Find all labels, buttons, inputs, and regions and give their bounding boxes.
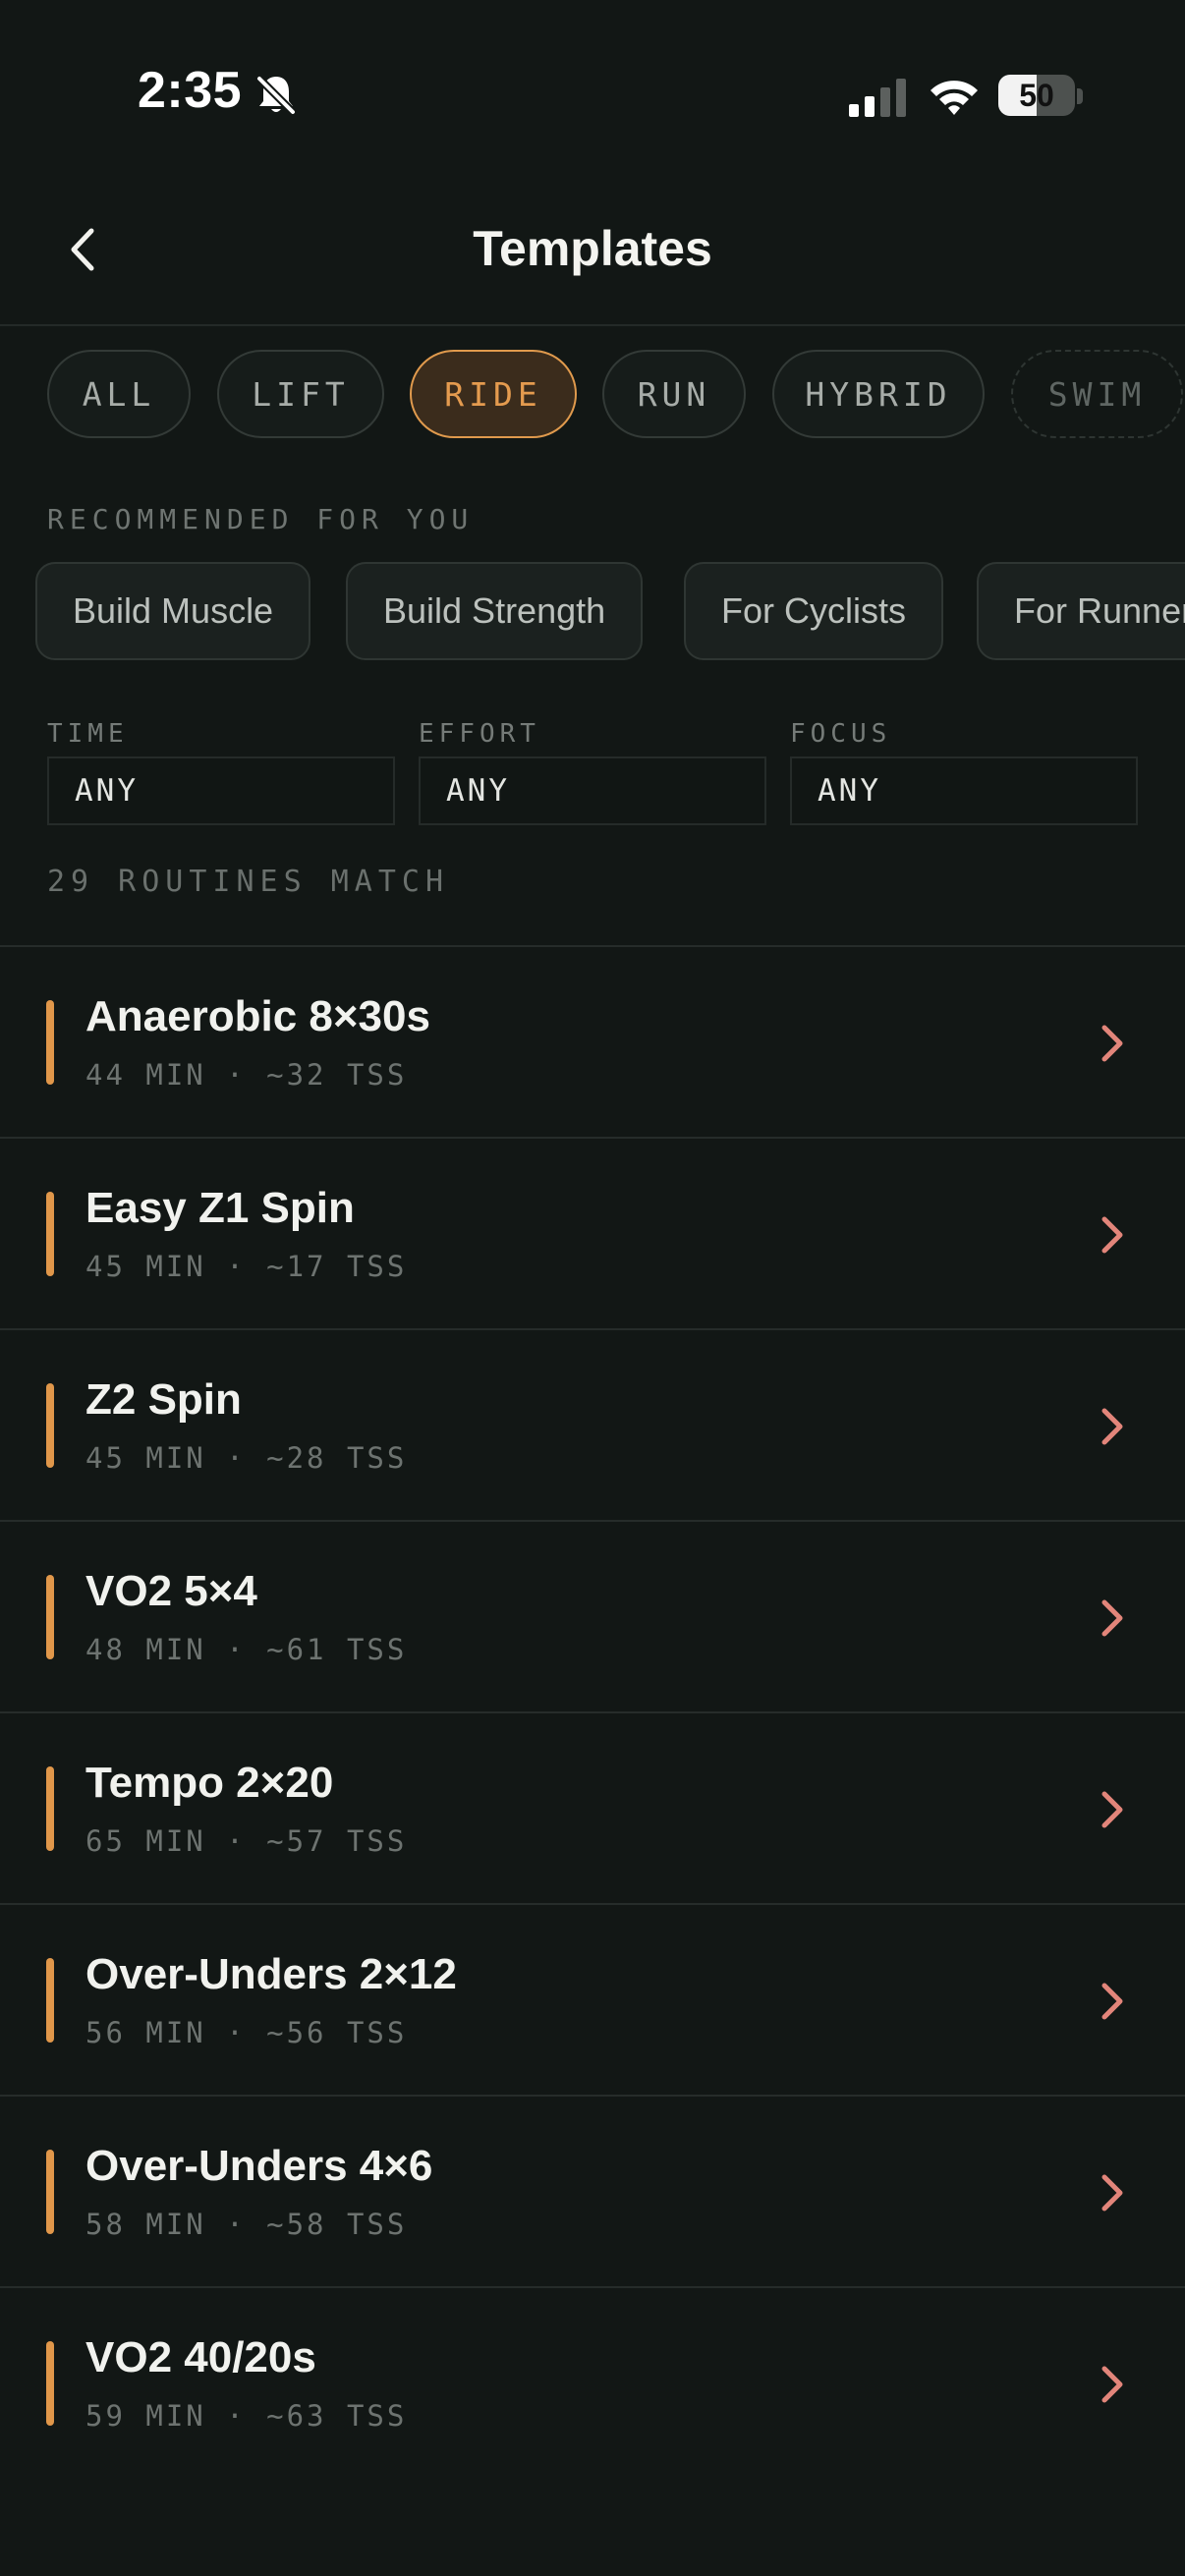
- filter-label-time: TIME: [47, 719, 129, 749]
- chip-label: SWIM: [1047, 374, 1147, 414]
- routine-list: Anaerobic 8×30s 44 MIN · ~32 TSS Easy Z1…: [0, 945, 1185, 2480]
- time-filter-select[interactable]: ANY: [47, 756, 395, 825]
- chevron-right-icon: [1101, 1599, 1123, 1637]
- routine-meta: 59 MIN · ~63 TSS: [85, 2399, 408, 2433]
- routine-name: Tempo 2×20: [85, 1759, 334, 1807]
- filter-label-effort: EFFORT: [419, 719, 540, 749]
- accent-bar: [46, 1192, 54, 1276]
- routine-meta: 56 MIN · ~56 TSS: [85, 2016, 408, 2049]
- routine-meta: 48 MIN · ~61 TSS: [85, 1633, 408, 1666]
- chip-label: LIFT: [252, 374, 350, 414]
- chevron-right-icon: [1101, 1025, 1123, 1062]
- routine-meta: 58 MIN · ~58 TSS: [85, 2208, 408, 2241]
- recommended-heading: RECOMMENDED FOR YOU: [47, 503, 475, 535]
- accent-bar: [46, 1958, 54, 2043]
- routine-name: VO2 40/20s: [85, 2333, 316, 2381]
- recommended-chip[interactable]: For Cyclists: [684, 562, 943, 660]
- chevron-right-icon: [1101, 1791, 1123, 1828]
- routine-name: Over-Unders 2×12: [85, 1950, 457, 1998]
- category-chip-run[interactable]: RUN: [602, 350, 746, 438]
- category-chip-all[interactable]: ALL: [47, 350, 191, 438]
- routine-meta: 45 MIN · ~28 TSS: [85, 1441, 408, 1475]
- chevron-right-icon: [1101, 2174, 1123, 2212]
- filter-value: ANY: [75, 773, 139, 809]
- battery-percent: 50: [1019, 77, 1054, 113]
- routine-row[interactable]: Over-Unders 2×12 56 MIN · ~56 TSS: [0, 1905, 1185, 2097]
- filter-label-focus: FOCUS: [790, 719, 892, 749]
- routine-name: VO2 5×4: [85, 1567, 257, 1615]
- accent-bar: [46, 1383, 54, 1468]
- category-chip-hybrid[interactable]: HYBRID: [772, 350, 985, 438]
- filter-value: ANY: [446, 773, 510, 809]
- wifi-icon: [931, 81, 978, 115]
- chip-label: For Runners: [1014, 590, 1185, 631]
- routine-meta: 65 MIN · ~57 TSS: [85, 1824, 408, 1858]
- chip-label: For Cyclists: [721, 590, 906, 631]
- chip-label: ALL: [82, 374, 156, 414]
- match-count: 29 ROUTINES MATCH: [47, 865, 450, 899]
- recommended-chips: Build Muscle Build Strength For Cyclists…: [35, 562, 1185, 662]
- chip-label: RUN: [637, 374, 711, 414]
- battery-cap: [1077, 88, 1083, 104]
- accent-bar: [46, 1575, 54, 1659]
- routine-name: Over-Unders 4×6: [85, 2142, 433, 2190]
- chip-label: HYBRID: [805, 374, 952, 414]
- category-filter-row: ALL LIFT RIDE RUN HYBRID SWIM: [47, 350, 1185, 440]
- routine-name: Anaerobic 8×30s: [85, 992, 430, 1040]
- chip-label: RIDE: [444, 374, 542, 414]
- chevron-right-icon: [1101, 1216, 1123, 1254]
- routine-name: Z2 Spin: [85, 1375, 242, 1424]
- accent-bar: [46, 1000, 54, 1085]
- status-time: 2:35: [138, 62, 243, 119]
- category-chip-lift[interactable]: LIFT: [217, 350, 384, 438]
- accent-bar: [46, 2341, 54, 2426]
- chevron-right-icon: [1101, 1408, 1123, 1445]
- recommended-chip[interactable]: Build Strength: [346, 562, 644, 660]
- routine-meta: 45 MIN · ~17 TSS: [85, 1250, 408, 1283]
- focus-filter-select[interactable]: ANY: [790, 756, 1138, 825]
- routine-row[interactable]: Easy Z1 Spin 45 MIN · ~17 TSS: [0, 1139, 1185, 1330]
- category-chip-swim[interactable]: SWIM: [1011, 350, 1183, 438]
- cellular-signal-icon: [849, 79, 906, 117]
- battery-icon: 50: [998, 75, 1075, 116]
- page-title: Templates: [473, 221, 712, 276]
- routine-row[interactable]: Tempo 2×20 65 MIN · ~57 TSS: [0, 1713, 1185, 1905]
- recommended-chip[interactable]: Build Muscle: [35, 562, 311, 660]
- routine-meta: 44 MIN · ~32 TSS: [85, 1058, 408, 1092]
- status-bar: 2:35 50: [0, 0, 1185, 196]
- chevron-right-icon: [1101, 1983, 1123, 2020]
- accent-bar: [46, 2150, 54, 2234]
- nav-header: Templates: [0, 196, 1185, 326]
- routine-row[interactable]: Over-Unders 4×6 58 MIN · ~58 TSS: [0, 2097, 1185, 2288]
- routine-row[interactable]: VO2 5×4 48 MIN · ~61 TSS: [0, 1522, 1185, 1713]
- routine-row[interactable]: VO2 40/20s 59 MIN · ~63 TSS: [0, 2288, 1185, 2480]
- category-chip-ride[interactable]: RIDE: [410, 350, 577, 438]
- routine-row[interactable]: Z2 Spin 45 MIN · ~28 TSS: [0, 1330, 1185, 1522]
- chevron-right-icon: [1101, 2366, 1123, 2403]
- recommended-chip[interactable]: For Runners: [977, 562, 1185, 660]
- bell-muted-icon: [254, 74, 298, 117]
- effort-filter-select[interactable]: ANY: [419, 756, 766, 825]
- routine-row[interactable]: Anaerobic 8×30s 44 MIN · ~32 TSS: [0, 947, 1185, 1139]
- routine-name: Easy Z1 Spin: [85, 1184, 355, 1232]
- chip-label: Build Muscle: [73, 590, 274, 631]
- filter-value: ANY: [818, 773, 881, 809]
- accent-bar: [46, 1766, 54, 1851]
- chip-label: Build Strength: [383, 590, 606, 631]
